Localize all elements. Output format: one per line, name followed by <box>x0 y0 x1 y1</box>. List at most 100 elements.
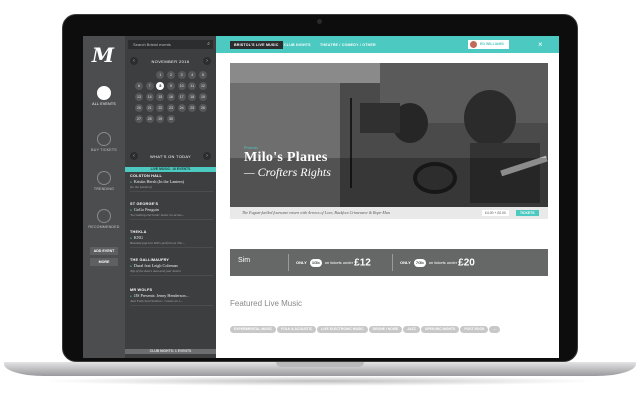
calendar-day <box>146 71 154 79</box>
calendar-day[interactable]: 1 <box>156 71 165 79</box>
tickets-button[interactable]: TICKETS <box>516 210 539 216</box>
event-sub: Top of the doors man and your lasten <box>130 269 181 273</box>
genre-chip[interactable]: FOLK & ACOUSTIC <box>277 326 317 333</box>
genre-chip[interactable]: DRONE / NOISE <box>368 326 403 333</box>
calendar-day[interactable]: 3 <box>177 71 186 79</box>
event-venue: ST GEORGE'S <box>130 202 159 206</box>
calendar-day[interactable]: 20 <box>135 104 143 112</box>
nav-trending[interactable]: TRENDING <box>83 171 125 191</box>
event-act: KNG <box>130 235 213 240</box>
calendar-day[interactable]: 4 <box>188 71 197 79</box>
ticket-icon <box>97 132 111 146</box>
genre-chip[interactable]: EXPERIMENTAL MUSIC <box>230 326 277 333</box>
event-item[interactable]: THEKLAKNGBearded pop trio KNG perform at… <box>130 230 213 248</box>
event-venue: MR WOLFS <box>130 288 153 292</box>
event-sub: Bearded pop trio KNG perform at The... <box>130 241 185 245</box>
event-venue: THEKLA <box>130 230 147 234</box>
genre-chip[interactable]: JAZZ <box>403 326 420 333</box>
nav-recommended[interactable]: RECOMMENDED <box>83 209 125 229</box>
calendar-day[interactable]: 18 <box>188 93 197 101</box>
hero-description: The Fugazi-fuelled foursome return with … <box>242 210 390 215</box>
trending-icon <box>97 171 111 185</box>
genre-chip[interactable]: LIVE ELECTRONIC MUSIC <box>317 326 368 333</box>
event-item[interactable]: THE GALLIMAUFRYDural feat Leigh ColemanT… <box>130 258 213 276</box>
grid-icon <box>97 86 111 100</box>
calendar-day[interactable]: 23 <box>166 104 175 112</box>
calendar-day[interactable]: 25 <box>188 104 197 112</box>
nav-label: RECOMMENDED <box>88 225 120 229</box>
search-placeholder: Search Bristol events <box>133 42 171 47</box>
calendar-day[interactable]: 22 <box>156 104 165 112</box>
nav-label: TRENDING <box>93 187 115 191</box>
genre-chip[interactable]: OPEN MIC NIGHTS <box>420 326 460 333</box>
more-button[interactable]: MORE <box>90 258 118 266</box>
calendar-day[interactable]: 28 <box>145 115 154 123</box>
calendar-day[interactable]: 11 <box>188 82 197 90</box>
event-act: GoGo Penguin <box>130 207 213 212</box>
next-month-icon[interactable]: › <box>203 57 211 65</box>
offer-text: on tickets under <box>428 260 458 265</box>
event-sub: Jazz Funk Soul Session - Comes on s... <box>130 299 183 303</box>
logo-icon[interactable]: M <box>89 44 117 66</box>
nav-all-events[interactable]: ALL EVENTS <box>83 86 125 106</box>
event-item[interactable]: MR WOLFSJJS Presents: Jenny Henderson...… <box>130 288 213 306</box>
calendar-week: 27 28 29 30 <box>135 115 207 126</box>
close-icon[interactable]: × <box>538 40 543 49</box>
tab-live-music[interactable]: BRISTOL'S LIVE MUSIC <box>230 41 283 49</box>
genre-chip[interactable]: ... <box>489 326 501 333</box>
avatar <box>470 41 477 48</box>
offer-price: £12 <box>354 257 371 269</box>
calendar-day[interactable]: 30 <box>166 115 175 123</box>
hero-title[interactable]: Milo's Planes <box>244 150 331 165</box>
calendar-day[interactable]: 12 <box>198 82 207 90</box>
search-input[interactable]: Search Bristol events ⌕ <box>128 40 213 49</box>
divider <box>288 254 289 271</box>
search-icon[interactable]: ⌕ <box>207 40 210 49</box>
calendar-day[interactable]: 13 <box>135 93 143 101</box>
calendar-day[interactable]: 24 <box>177 104 186 112</box>
band-photo <box>230 63 548 219</box>
genre-chip[interactable]: POST ROCK <box>460 326 489 333</box>
sim-offer-banner[interactable]: Sim ONLY 1Gb on tickets under £12 ONLY 7… <box>230 249 548 276</box>
calendar-day[interactable]: 26 <box>198 104 207 112</box>
hero-subtitle: — Crofters Rights <box>244 165 331 179</box>
calendar-day[interactable]: 2 <box>166 71 175 79</box>
nav-label: BUY TICKETS <box>91 148 117 152</box>
calendar-day[interactable]: 5 <box>198 71 207 79</box>
calendar-day[interactable]: 6 <box>135 82 143 90</box>
calendar-day[interactable]: 19 <box>198 93 207 101</box>
add-event-button[interactable]: ADD EVENT <box>90 247 118 255</box>
user-name: ED WILLIAMS <box>480 42 504 46</box>
next-day-icon[interactable]: › <box>203 152 211 160</box>
event-act: JJS Presents: Jenny Henderson... <box>130 293 213 298</box>
hero-banner[interactable]: Presents Milo's Planes — Crofters Rights… <box>230 63 548 219</box>
section-club-nights[interactable]: CLUB NIGHTS: 1 EVENTS <box>125 349 216 354</box>
calendar-day <box>199 115 207 123</box>
event-item[interactable]: COLSTON HALLKristin Hersh (In the Lanter… <box>130 174 213 192</box>
laptop-shadow <box>40 376 600 386</box>
tab-club-nights[interactable]: CLUB NIGHTS <box>280 41 315 49</box>
calendar-day[interactable]: 16 <box>166 93 175 101</box>
offer-1: ONLY 1Gb on tickets under £12 <box>296 256 371 269</box>
section-live-music[interactable]: LIVE MUSIC: 16 EVENTS <box>125 167 216 172</box>
calendar-day[interactable]: 27 <box>135 115 143 123</box>
tab-theatre[interactable]: THEATRE / COMEDY / OTHER <box>316 41 380 49</box>
calendar-day[interactable]: 14 <box>145 93 154 101</box>
calendar-day[interactable]: 21 <box>145 104 154 112</box>
event-item[interactable]: ST GEORGE'SGoGo Penguin'In creating elec… <box>130 202 213 220</box>
nav-buy-tickets[interactable]: BUY TICKETS <box>83 132 125 152</box>
sim-label: Sim <box>238 257 251 264</box>
recommended-icon <box>97 209 111 223</box>
calendar-day[interactable]: 15 <box>156 93 165 101</box>
calendar-day[interactable]: 29 <box>156 115 165 123</box>
offer-2: ONLY 7Gb on tickets under £20 <box>400 256 475 269</box>
calendar-day[interactable]: 10 <box>177 82 186 90</box>
calendar-day[interactable]: 17 <box>177 93 186 101</box>
user-menu[interactable]: ED WILLIAMS <box>468 40 509 49</box>
icon-nav: M ALL EVENTS BUY TICKETS TRENDING RECOMM… <box>83 36 125 358</box>
offer-data: 7Gb <box>413 259 426 267</box>
calendar-day[interactable]: 7 <box>145 82 154 90</box>
calendar-day[interactable]: 9 <box>166 82 175 90</box>
calendar-day[interactable]: 8 <box>156 82 165 90</box>
divider <box>392 254 393 271</box>
